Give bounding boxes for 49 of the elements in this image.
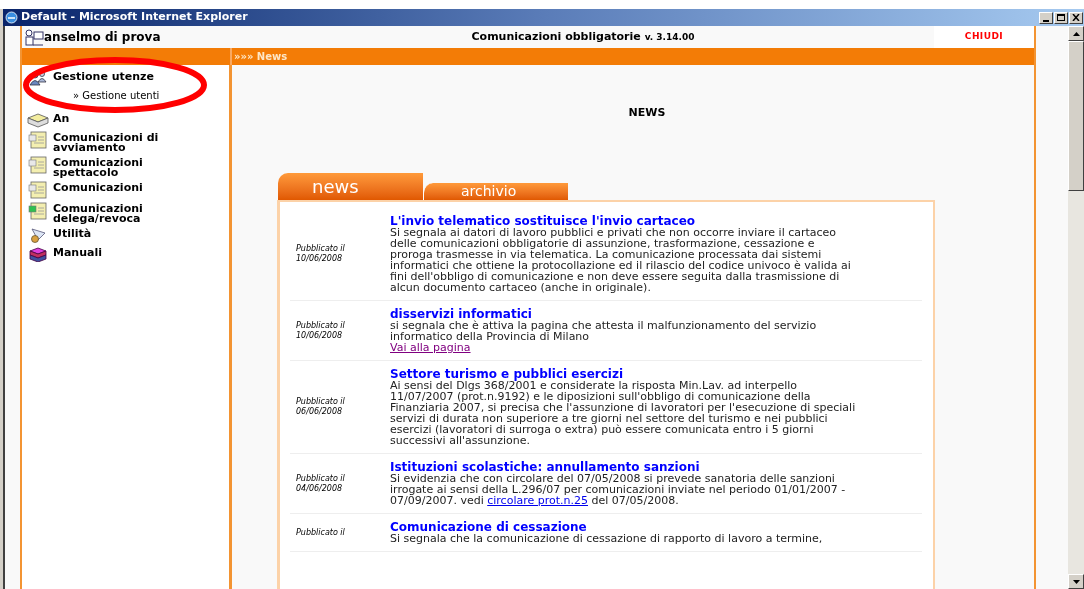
user-name: anselmo di prova — [44, 29, 161, 46]
news-text: Ai sensi del Dlgs 368/2001 e considerate la risposta Min.Lav. ad interpello 11/07/2007 (prot.n.9192) e le diposizioni sull'obbligo di comunicazione della Finanziaria 2007, si precisa che l'assunzione di lavoratori per l'esecuzione di speciali servizi di durata non superiore a tre giorni nel settore del turismo e nei pubblici esercizi (lavoratori di surroga o extra) può essere comunicata entro i 5 giorni successivi all'assunzione. — [390, 380, 857, 446]
publish-label: Pubblicato il — [296, 397, 346, 407]
publish-date: 10/06/2008 — [296, 330, 344, 341]
scroll-down-icon[interactable] — [1072, 579, 1080, 584]
publish-date: 06/06/2008 — [296, 407, 344, 417]
page-link[interactable]: Vai alla pagina — [390, 341, 471, 354]
menu-item[interactable]: Gestione utenze — [53, 70, 154, 82]
publish-label: Pubblicato il — [296, 244, 346, 254]
publish-date: 04/06/2008 — [296, 483, 344, 494]
menu-item[interactable]: Comunicazioni — [53, 181, 143, 193]
news-text: Si evidenzia che con circolare del 07/05/2008 si prevede sanatoria delle sanzioni irrogate ai sensi della L.296/07 per comunicazioni inviate nel periodo 01/01/2007 - 07/09/2007. vedi circolare prot.n.25 del 07/05/2008. — [390, 473, 847, 506]
page-title: NEWS — [628, 105, 666, 121]
breadcrumb: »»» News — [233, 50, 288, 64]
app-title: Comunicazioni obbligatorie v. 3.14.00 — [471, 28, 695, 45]
maximize-icon[interactable] — [1054, 11, 1068, 24]
publish-date: 10/06/2008 — [296, 254, 344, 264]
menu-item[interactable]: An — [53, 112, 70, 124]
folder-icon — [27, 112, 49, 128]
news-title[interactable]: Istituzioni scolastiche: annullamento sanzioni — [390, 461, 860, 473]
document-icon — [28, 202, 48, 220]
menu-item[interactable]: Comunicazioni spettacolo — [53, 156, 183, 178]
news-text: Si segnala ai datori di lavoro pubblici e privati che non occorre inviare il cartaceo delle comunicazioni obbligatorie di assunzione, trasformazione, cessazione e proroga trasmesse in via telematica. La comunicazione processata dai sistemi informatici che ottiene la protocollazione ed il rilascio del codice univoco è valida ai fini dell'obbligo di comunicazione e non deve essere seguita dalla trasmissione di alcun documento cartaceo (anche in originale). — [390, 227, 852, 293]
menu-item[interactable]: Comunicazioni delega/revoca — [53, 202, 183, 224]
minimize-icon[interactable] — [1039, 11, 1053, 24]
menu-item[interactable]: Comunicazioni di avviamento — [53, 131, 183, 153]
publish-label: Pubblicato il — [296, 320, 346, 331]
submenu-item[interactable]: » Gestione utenti — [73, 90, 160, 102]
menu-item[interactable]: Manuali — [53, 246, 102, 258]
publish-label: Pubblicato il — [296, 527, 346, 538]
close-icon[interactable] — [1069, 11, 1083, 24]
document-icon — [28, 131, 48, 149]
scroll-up-icon[interactable] — [1072, 31, 1080, 36]
document-icon — [28, 181, 48, 199]
news-text: si segnala che è attiva la pagina che attesta il malfunzionamento del servizio informatico della Provincia di Milano Vai alla pagina — [390, 320, 818, 353]
news-title[interactable]: Settore turismo e pubblici esercizi — [390, 368, 860, 380]
document-icon — [28, 156, 48, 174]
news-title[interactable]: Comunicazione di cessazione — [390, 521, 860, 533]
menu-item[interactable]: Utilità — [53, 227, 92, 239]
publish-label: Pubblicato il — [296, 473, 346, 484]
tools-icon — [28, 227, 48, 243]
window-title: Default - Microsoft Internet Explorer — [21, 9, 248, 26]
news-title[interactable]: disservizi informatici — [390, 308, 860, 320]
news-text: Si segnala che la comunicazione di cessazione di rapporto di lavoro a termine, — [390, 533, 824, 544]
news-title[interactable]: L'invio telematico sostituisce l'invio cartaceo — [390, 215, 860, 227]
scrollbar[interactable] — [1068, 26, 1084, 589]
books-icon — [28, 246, 48, 262]
users-icon — [28, 70, 48, 86]
browser-icon — [5, 11, 18, 24]
